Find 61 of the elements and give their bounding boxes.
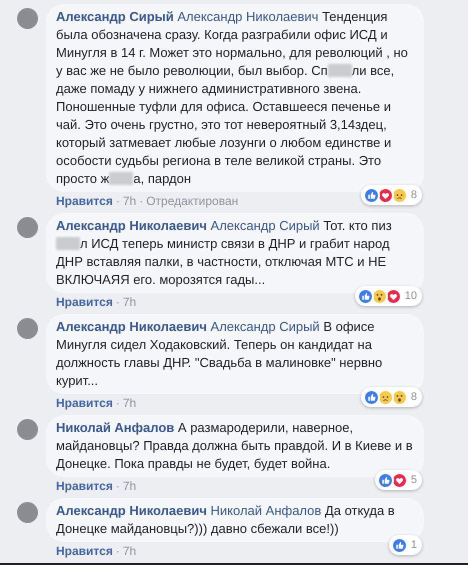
like-link[interactable]: Нравится [56, 194, 113, 209]
censor-blur [328, 64, 352, 77]
avatar[interactable] [17, 217, 38, 238]
edited-label[interactable]: Отредактирован [146, 194, 238, 209]
comment-text: Александр Николаевич Николай Анфалов Да откуда в Донецке майдановцы?))) давно сбежали все!)) [56, 502, 396, 538]
separator-dot: · [116, 194, 120, 209]
sad-face-icon [390, 186, 408, 204]
like-icon [390, 536, 408, 554]
reaction-count: 8 [410, 390, 417, 405]
surprised-face-icon [390, 388, 408, 406]
separator-dot: · [116, 396, 120, 411]
mention-link[interactable]: Александр Сирый [210, 218, 320, 233]
reactions-summary[interactable]: 8 [360, 185, 422, 205]
heart-icon [384, 288, 402, 304]
like-icon [362, 388, 380, 406]
timestamp[interactable]: 7h [122, 396, 136, 411]
like-link[interactable]: Нравится [56, 544, 113, 559]
mention-link[interactable]: Николай Анфалов [210, 503, 322, 518]
surprised-face-icon [370, 288, 388, 304]
author-link[interactable]: Александр Николаевич [56, 218, 207, 233]
mention-link[interactable]: Александр Сирый [210, 319, 320, 334]
timestamp[interactable]: 7h [122, 194, 136, 209]
reactions-summary[interactable]: 5 [374, 470, 422, 490]
censor-blur [56, 237, 80, 250]
sad-face-icon [376, 388, 394, 406]
reactions-summary[interactable]: 10 [354, 286, 422, 306]
heart-icon [390, 472, 408, 488]
reaction-count: 1 [410, 538, 417, 553]
like-link[interactable]: Нравится [56, 396, 113, 411]
reaction-count: 8 [410, 188, 417, 203]
avatar[interactable] [17, 502, 38, 523]
censor-blur [109, 172, 134, 185]
like-icon [362, 186, 380, 204]
separator-dot: · [139, 194, 144, 209]
like-icon [356, 288, 374, 304]
timestamp[interactable]: 7h [122, 295, 136, 310]
author-link[interactable]: Александр Николаевич [56, 503, 207, 518]
like-icon [376, 472, 394, 488]
avatar[interactable] [17, 8, 38, 29]
comment-text: Александр Николаевич Александр Сирый В офисе Минугля сидел Ходаковский. Теперь он кандидат на должность главы ДНР. "Свадьба в малиновке" нервно курит... [56, 318, 384, 390]
comment-text: Николай Анфалов А размародерили, наверное, майдановцы? Правда должна быть правдой. И в Киеве и в Донецке. Пока правды не будет, будет война. [56, 419, 414, 473]
separator-dot: · [116, 544, 120, 559]
timestamp[interactable]: 7h [122, 544, 136, 559]
separator-dot: · [116, 479, 120, 494]
timestamp[interactable]: 7h [122, 479, 136, 494]
reaction-count: 5 [410, 473, 417, 488]
reaction-count: 10 [404, 289, 417, 304]
author-link[interactable]: Николай Анфалов [56, 420, 174, 435]
avatar[interactable] [17, 419, 38, 440]
like-link[interactable]: Нравится [56, 295, 113, 310]
comment-text: Александр Сирый Александр Николаевич Тенденция была обозначена сразу. Когда разграбили офис ИСД и Минугля в 14 г. Может это нормально, для революций , но у вас же не было революции, был выбор. Сп ли все, даже помаду у нижнего административного звена. Поношенные туфли для офиса. Оставшееся печенье и чай. Это очень грустно, это тот невероятный 3,14здец, который затмевает любые лозунги о любом единстве и особости судьбы региона в теле великой страны. Это просто ж а, пардон [56, 8, 409, 188]
heart-icon [376, 186, 394, 204]
reactions-summary[interactable]: 1 [388, 535, 422, 555]
reactions-summary[interactable]: 8 [360, 387, 422, 407]
like-link[interactable]: Нравится [56, 479, 113, 494]
author-link[interactable]: Александр Николаевич [56, 319, 207, 334]
comment-text: Александр Николаевич Александр Сирый Тот. кто пиз л ИСД теперь министр связи в ДНР и грабит народ ДНР вставляя палки, в частности, отключая МТС и НЕ ВКЛЮЧАЯЯ его. морозятся гады... [56, 217, 393, 289]
separator-dot: · [116, 295, 120, 310]
author-link[interactable]: Александр Сирый [56, 9, 174, 24]
mention-link[interactable]: Александр Николаевич [177, 9, 318, 24]
avatar[interactable] [17, 318, 38, 339]
